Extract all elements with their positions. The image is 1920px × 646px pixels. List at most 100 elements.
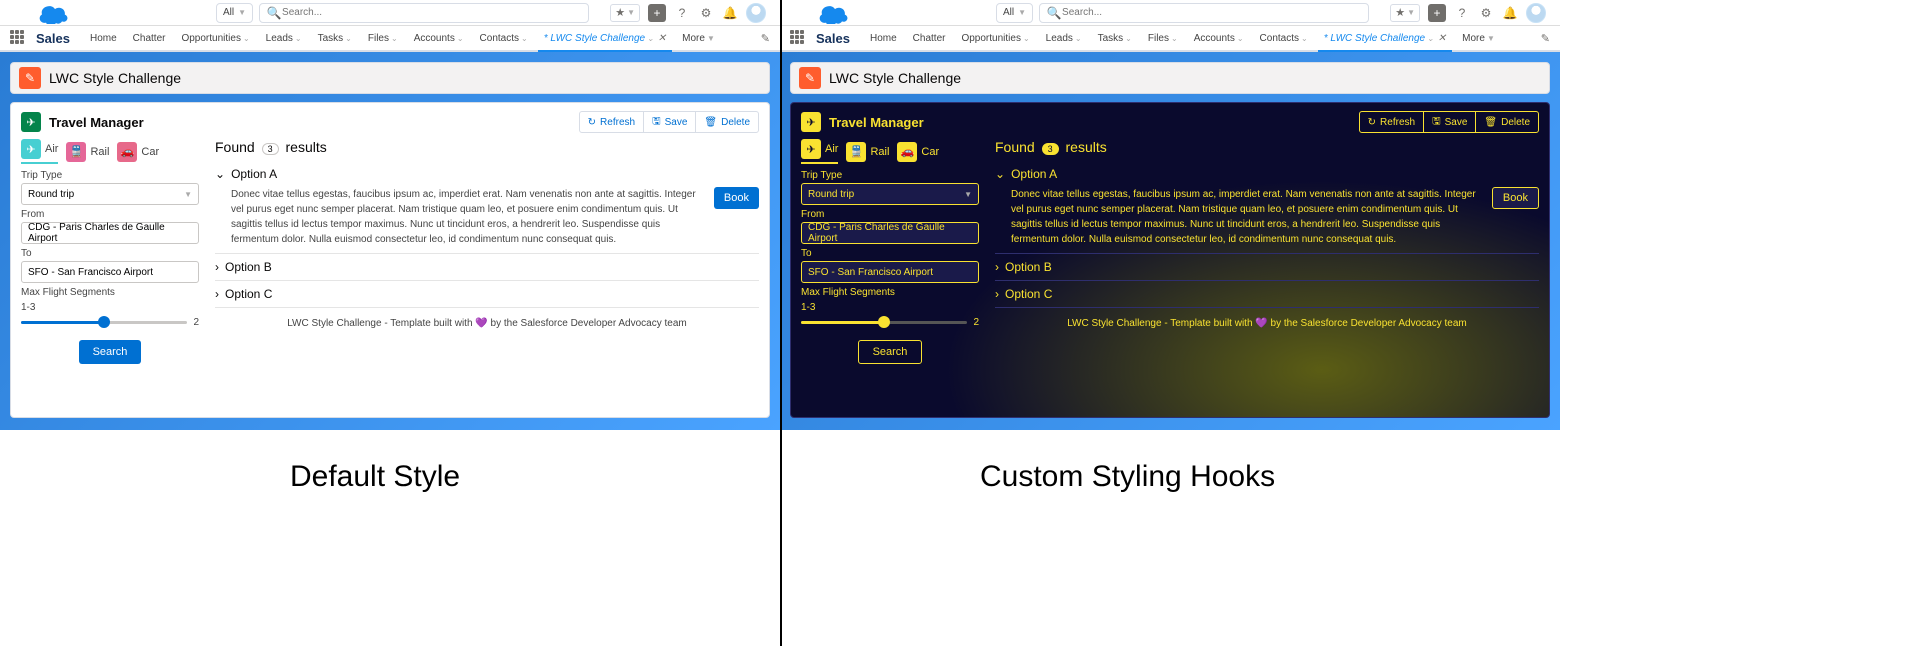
save-button[interactable]: 🖫Save: [1424, 111, 1475, 133]
delete-icon: 🗑: [704, 117, 717, 128]
book-button[interactable]: Book: [1492, 187, 1539, 209]
to-input[interactable]: SFO - San Francisco Airport: [801, 261, 979, 283]
from-label: From: [21, 209, 199, 220]
nav-contacts[interactable]: Contacts⌄: [1254, 25, 1314, 51]
nav-accounts[interactable]: Accounts⌄: [408, 25, 470, 51]
app-launcher-icon[interactable]: [790, 30, 806, 46]
plane-icon: ✈: [801, 139, 821, 159]
nav-leads[interactable]: Leads⌄: [260, 25, 308, 51]
page-header: ✎ LWC Style Challenge: [10, 62, 770, 94]
salesforce-logo: [816, 1, 850, 25]
accordion-option-b[interactable]: ›Option B: [215, 254, 759, 281]
nav-contacts[interactable]: Contacts⌄: [474, 25, 534, 51]
search-icon: 🔍: [266, 5, 282, 21]
help-icon[interactable]: ?: [1454, 5, 1470, 21]
close-icon[interactable]: ✕: [658, 33, 666, 44]
trip-type-select[interactable]: Round trip▼: [801, 183, 979, 205]
accordion-option-b[interactable]: ›Option B: [995, 254, 1539, 281]
segments-slider[interactable]: [801, 321, 967, 324]
save-icon: 🖫: [1432, 114, 1441, 131]
chevron-down-icon: ▼: [238, 8, 246, 17]
delete-icon: 🗑: [1484, 117, 1497, 128]
train-icon: 🚆: [66, 142, 86, 162]
accordion-option-c[interactable]: ›Option C: [215, 281, 759, 308]
refresh-button[interactable]: ↻Refresh: [579, 111, 644, 133]
global-actions-button[interactable]: +: [648, 4, 666, 22]
nav-files[interactable]: Files⌄: [1142, 25, 1184, 51]
global-search[interactable]: 🔍: [1039, 3, 1369, 23]
nav-more[interactable]: More▼: [676, 25, 721, 51]
accordion-option-a[interactable]: ⌄Option A Donec vitae tellus egestas, fa…: [995, 161, 1539, 254]
chevron-right-icon: ›: [215, 287, 219, 301]
segments-slider[interactable]: [21, 321, 187, 324]
app-name: Sales: [36, 31, 70, 46]
nav-home[interactable]: Home: [864, 25, 903, 51]
setup-gear-icon[interactable]: ⚙: [1478, 5, 1494, 21]
tab-car[interactable]: 🚗Car: [117, 139, 159, 164]
nav-opportunities[interactable]: Opportunities⌄: [175, 25, 255, 51]
nav-active-tab[interactable]: * LWC Style Challenge⌄✕: [538, 26, 672, 52]
to-input[interactable]: SFO - San Francisco Airport: [21, 261, 199, 283]
search-button[interactable]: Search: [858, 340, 923, 364]
object-switcher[interactable]: All ▼: [996, 3, 1033, 23]
delete-button[interactable]: 🗑Delete: [1475, 111, 1539, 133]
nav-chatter[interactable]: Chatter: [127, 25, 172, 51]
nav-opportunities[interactable]: Opportunities⌄: [955, 25, 1035, 51]
global-header: All ▼ 🔍 ★▼ + ? ⚙ 🔔: [0, 0, 780, 26]
car-icon: 🚗: [117, 142, 137, 162]
tab-air[interactable]: ✈Air: [21, 139, 58, 164]
search-button[interactable]: Search: [79, 340, 142, 364]
favorites-button[interactable]: ★▼: [610, 4, 640, 22]
close-icon[interactable]: ✕: [1438, 33, 1446, 44]
refresh-button[interactable]: ↻Refresh: [1359, 111, 1424, 133]
segments-max: 2: [973, 317, 979, 328]
app-name: Sales: [816, 31, 850, 46]
tab-rail[interactable]: 🚆Rail: [66, 139, 109, 164]
app-nav-bar: Sales Home Chatter Opportunities⌄ Leads⌄…: [780, 26, 1560, 52]
tab-air[interactable]: ✈Air: [801, 139, 838, 164]
nav-active-tab[interactable]: * LWC Style Challenge⌄✕: [1318, 26, 1452, 52]
global-search[interactable]: 🔍: [259, 3, 589, 23]
card-footer: LWC Style Challenge - Template built wit…: [995, 318, 1539, 329]
user-avatar[interactable]: [1526, 3, 1546, 23]
plane-icon: ✈: [21, 139, 41, 159]
app-launcher-icon[interactable]: [10, 30, 26, 46]
from-input[interactable]: CDG - Paris Charles de Gaulle Airport: [21, 222, 199, 244]
notifications-bell-icon[interactable]: 🔔: [1502, 5, 1518, 21]
nav-more[interactable]: More▼: [1456, 25, 1501, 51]
help-icon[interactable]: ?: [674, 5, 690, 21]
nav-leads[interactable]: Leads⌄: [1040, 25, 1088, 51]
train-icon: 🚆: [846, 142, 866, 162]
setup-gear-icon[interactable]: ⚙: [698, 5, 714, 21]
tab-rail[interactable]: 🚆Rail: [846, 139, 889, 164]
object-switcher-label: All: [223, 7, 234, 18]
from-input[interactable]: CDG - Paris Charles de Gaulle Airport: [801, 222, 979, 244]
travel-manager-card: ✈ Travel Manager ↻Refresh 🖫Save 🗑Delete …: [790, 102, 1550, 418]
nav-tasks[interactable]: Tasks⌄: [1092, 25, 1138, 51]
comparison-divider: [780, 0, 782, 646]
nav-files[interactable]: Files⌄: [362, 25, 404, 51]
nav-accounts[interactable]: Accounts⌄: [1188, 25, 1250, 51]
trip-type-select[interactable]: Round trip▼: [21, 183, 199, 205]
nav-chatter[interactable]: Chatter: [907, 25, 952, 51]
trip-type-label: Trip Type: [801, 170, 979, 181]
accordion-option-c[interactable]: ›Option C: [995, 281, 1539, 308]
travel-manager-icon: ✈: [21, 112, 41, 132]
search-input[interactable]: [282, 7, 582, 18]
save-button[interactable]: 🖫Save: [644, 111, 695, 133]
nav-home[interactable]: Home: [84, 25, 123, 51]
notifications-bell-icon[interactable]: 🔔: [722, 5, 738, 21]
global-actions-button[interactable]: +: [1428, 4, 1446, 22]
delete-button[interactable]: 🗑Delete: [695, 111, 759, 133]
user-avatar[interactable]: [746, 3, 766, 23]
book-button[interactable]: Book: [714, 187, 759, 209]
results-heading: Found 3 results: [215, 139, 759, 155]
tab-car[interactable]: 🚗Car: [897, 139, 939, 164]
search-input[interactable]: [1062, 7, 1362, 18]
nav-tasks[interactable]: Tasks⌄: [312, 25, 358, 51]
favorites-button[interactable]: ★▼: [1390, 4, 1420, 22]
object-switcher[interactable]: All ▼: [216, 3, 253, 23]
accordion-option-a[interactable]: ⌄Option A Donec vitae tellus egestas, fa…: [215, 161, 759, 254]
edit-nav-icon[interactable]: ✎: [1541, 32, 1550, 45]
edit-nav-icon[interactable]: ✎: [761, 32, 770, 45]
